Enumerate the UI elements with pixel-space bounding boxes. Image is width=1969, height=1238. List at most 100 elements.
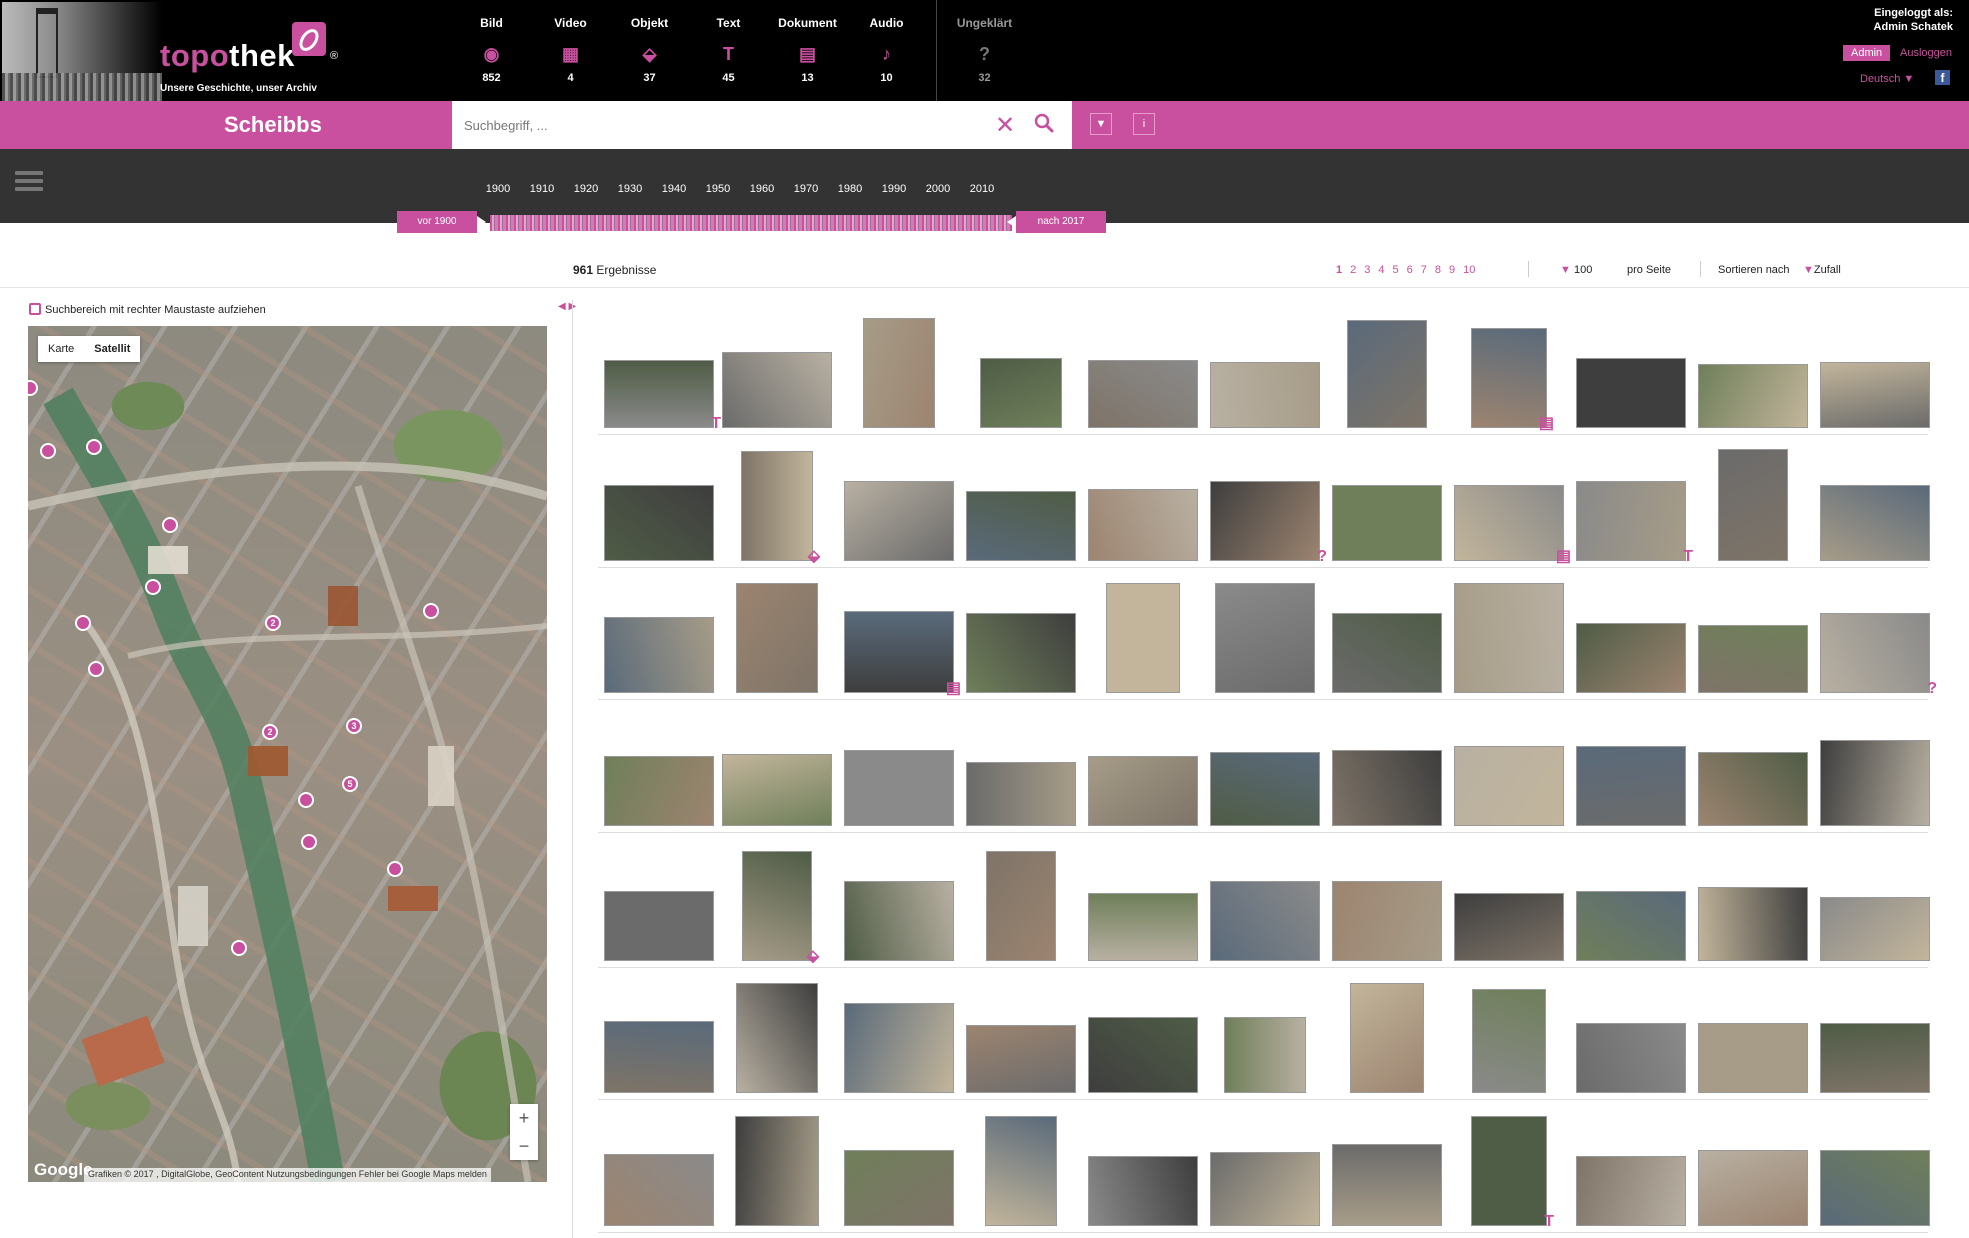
- filter-text[interactable]: Text T 45: [689, 0, 768, 101]
- map-marker[interactable]: [40, 443, 56, 459]
- gallery-thumbnail[interactable]: ⬙: [741, 451, 820, 565]
- gallery-thumbnail[interactable]: [844, 1003, 954, 1093]
- gallery-thumbnail[interactable]: [1820, 362, 1930, 428]
- gallery-thumbnail[interactable]: [1698, 364, 1808, 428]
- gallery-thumbnail[interactable]: ▤: [1454, 485, 1571, 565]
- gallery-thumbnail[interactable]: [1210, 1152, 1320, 1226]
- gallery-thumbnail[interactable]: [722, 754, 832, 826]
- gallery-thumbnail[interactable]: [604, 756, 714, 826]
- page-link[interactable]: 6: [1407, 264, 1413, 276]
- map-marker[interactable]: [231, 940, 247, 956]
- gallery-thumbnail[interactable]: [966, 1025, 1076, 1093]
- gallery-thumbnail[interactable]: T: [604, 360, 721, 432]
- gallery-thumbnail[interactable]: [966, 762, 1076, 826]
- gallery-thumbnail[interactable]: [1454, 746, 1564, 826]
- gallery-thumbnail[interactable]: [1576, 1023, 1686, 1093]
- gallery-thumbnail[interactable]: [1088, 756, 1198, 826]
- gallery-thumbnail[interactable]: [1820, 1023, 1930, 1093]
- gallery-thumbnail[interactable]: ?: [1820, 613, 1937, 697]
- facebook-icon[interactable]: f: [1935, 70, 1950, 85]
- gallery-thumbnail[interactable]: [844, 881, 954, 961]
- gallery-thumbnail[interactable]: [1820, 897, 1930, 961]
- page-link[interactable]: 2: [1350, 264, 1356, 276]
- page-link[interactable]: 3: [1364, 264, 1370, 276]
- gallery-thumbnail[interactable]: [735, 1116, 819, 1226]
- gallery-thumbnail[interactable]: [1576, 1156, 1686, 1226]
- page-link[interactable]: 10: [1463, 264, 1475, 276]
- map-marker[interactable]: 2: [265, 615, 281, 631]
- gallery-thumbnail[interactable]: [1454, 893, 1564, 961]
- gallery-thumbnail[interactable]: [966, 491, 1076, 561]
- map-marker[interactable]: [145, 579, 161, 595]
- gallery-thumbnail[interactable]: [1088, 489, 1198, 561]
- gallery-thumbnail[interactable]: ⬙: [742, 851, 819, 965]
- gallery-thumbnail[interactable]: [1332, 1144, 1442, 1226]
- gallery-thumbnail[interactable]: [1210, 362, 1320, 428]
- info-button[interactable]: i: [1133, 113, 1155, 135]
- gallery-thumbnail[interactable]: [1576, 891, 1686, 961]
- gallery-thumbnail[interactable]: [1350, 983, 1424, 1093]
- topothek-logo-icon[interactable]: [292, 22, 326, 56]
- gallery-thumbnail[interactable]: [1332, 485, 1442, 561]
- gallery-thumbnail[interactable]: [604, 1154, 714, 1226]
- map-marker[interactable]: 3: [346, 718, 362, 734]
- map-marker[interactable]: [162, 517, 178, 533]
- gallery-thumbnail[interactable]: [985, 1116, 1057, 1226]
- logout-link[interactable]: Ausloggen: [1900, 47, 1952, 59]
- map-marker[interactable]: 2: [262, 724, 278, 740]
- gallery-thumbnail[interactable]: [986, 851, 1056, 961]
- search-input[interactable]: [464, 113, 984, 137]
- gallery-thumbnail[interactable]: [1820, 1150, 1930, 1226]
- page-link[interactable]: 8: [1435, 264, 1441, 276]
- page-link[interactable]: 7: [1421, 264, 1427, 276]
- map-marker[interactable]: [75, 615, 91, 631]
- gallery-thumbnail[interactable]: ▤: [1471, 328, 1554, 432]
- gallery-thumbnail[interactable]: [1576, 358, 1686, 428]
- hamburger-menu-icon[interactable]: [15, 171, 43, 193]
- gallery-thumbnail[interactable]: [1106, 583, 1180, 693]
- gallery-thumbnail[interactable]: [1332, 613, 1442, 693]
- page-link[interactable]: 1: [1336, 264, 1342, 276]
- satellite-map[interactable]: Karte Satellit 2235 + − Google Grafiken …: [28, 326, 547, 1182]
- gallery-thumbnail[interactable]: [1576, 623, 1686, 693]
- map-marker[interactable]: [86, 439, 102, 455]
- gallery-thumbnail[interactable]: T: [1576, 481, 1693, 565]
- gallery-thumbnail[interactable]: [844, 481, 954, 561]
- gallery-thumbnail[interactable]: [1820, 485, 1930, 561]
- logo-text[interactable]: topothek: [160, 38, 295, 74]
- gallery-thumbnail[interactable]: ?: [1210, 481, 1327, 565]
- gallery-thumbnail[interactable]: [1698, 625, 1808, 693]
- gallery-thumbnail[interactable]: [844, 750, 954, 826]
- gallery-thumbnail[interactable]: [1576, 746, 1686, 826]
- gallery-thumbnail[interactable]: [604, 891, 714, 961]
- filter-audio[interactable]: Audio ♪ 10: [847, 0, 926, 101]
- zoom-out-button[interactable]: −: [510, 1132, 538, 1160]
- admin-button[interactable]: Admin: [1843, 45, 1891, 61]
- zoom-in-button[interactable]: +: [510, 1104, 538, 1132]
- gallery-thumbnail[interactable]: [1210, 752, 1320, 826]
- filter-video[interactable]: Video ▦ 4: [531, 0, 610, 101]
- language-select[interactable]: Deutsch ▼: [1860, 73, 1914, 85]
- gallery-thumbnail[interactable]: [844, 1150, 954, 1226]
- filter-toggle-button[interactable]: ▼: [1090, 113, 1112, 135]
- gallery-thumbnail[interactable]: [736, 983, 818, 1093]
- map-marker[interactable]: [387, 861, 403, 877]
- page-link[interactable]: 4: [1378, 264, 1384, 276]
- map-marker[interactable]: [301, 834, 317, 850]
- gallery-thumbnail[interactable]: [1347, 320, 1427, 428]
- gallery-thumbnail[interactable]: [1088, 360, 1198, 428]
- gallery-thumbnail[interactable]: [1718, 449, 1788, 561]
- map-type-satellit[interactable]: Satellit: [84, 336, 140, 362]
- filter-ungeklaert[interactable]: Ungeklärt? 32: [936, 0, 1032, 101]
- map-attribution[interactable]: Grafiken © 2017 , DigitalGlobe, GeoConte…: [84, 1168, 491, 1182]
- gallery-thumbnail[interactable]: [604, 1021, 714, 1093]
- sort-select[interactable]: ▼Zufall: [1803, 264, 1841, 276]
- gallery-thumbnail[interactable]: [1224, 1017, 1306, 1093]
- gallery-thumbnail[interactable]: [1820, 740, 1930, 826]
- gallery-thumbnail[interactable]: [604, 617, 714, 693]
- panel-collapse-icon[interactable]: ◀ ▶: [558, 301, 576, 312]
- map-marker[interactable]: 5: [342, 776, 358, 792]
- gallery-thumbnail[interactable]: [1088, 1017, 1198, 1093]
- gallery-thumbnail[interactable]: [1698, 752, 1808, 826]
- gallery-thumbnail[interactable]: [1215, 583, 1315, 693]
